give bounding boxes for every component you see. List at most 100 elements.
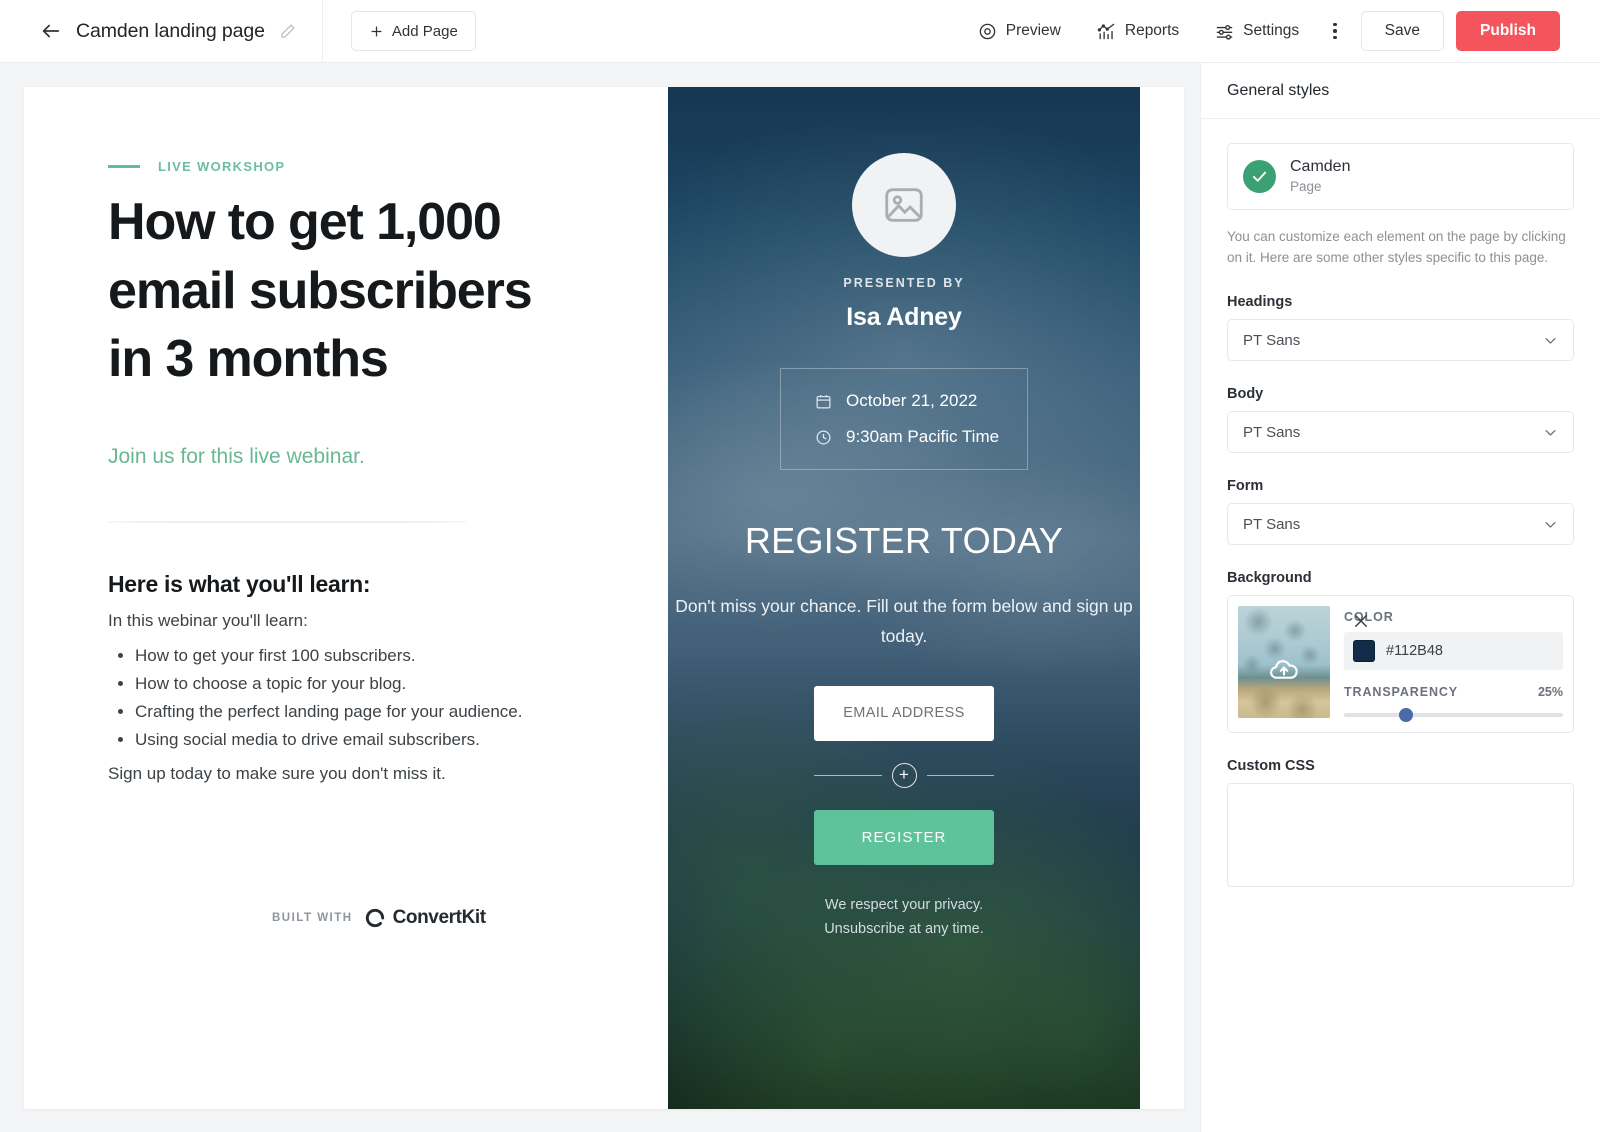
form-font-label: Form	[1227, 478, 1264, 495]
presenter-name[interactable]: Isa Adney	[668, 303, 1140, 332]
page-title: Camden landing page	[76, 19, 265, 42]
slider-thumb[interactable]	[1398, 708, 1413, 723]
cloud-upload-icon[interactable]	[1268, 653, 1300, 685]
save-button[interactable]: Save	[1360, 11, 1445, 51]
convertkit-logo: ConvertKit	[364, 907, 486, 929]
body-font-label: Body	[1227, 386, 1264, 403]
top-toolbar: Camden landing page Add Page Preview Rep…	[0, 0, 1600, 63]
background-controls: COLOR #112B48 TRANSPARENCY 25%	[1344, 606, 1563, 723]
kebab-dot	[1333, 22, 1337, 27]
reports-label: Reports	[1124, 22, 1180, 39]
page-left-column: LIVE WORKSHOP How to get 1,000 email sub…	[108, 159, 568, 787]
color-hex-value: #112B48	[1386, 643, 1443, 660]
learn-outro-text[interactable]: Sign up today to make sure you don't mis…	[108, 761, 568, 787]
register-button[interactable]: REGISTER	[814, 809, 994, 865]
background-panel: COLOR #112B48 TRANSPARENCY 25%	[1227, 595, 1574, 734]
sidebar-help-text: You can customize each element on the pa…	[1227, 228, 1566, 266]
clock-icon	[816, 430, 831, 444]
transparency-value: 25%	[1537, 685, 1563, 700]
event-time-row: 9:30am Pacific Time	[781, 427, 1027, 447]
list-item: How to get your first 100 subscribers.	[135, 642, 568, 669]
event-date: October 21, 2022	[846, 391, 978, 410]
chart-icon	[1097, 23, 1115, 39]
selected-element-info: Camden Page	[1290, 157, 1350, 196]
headings-font-label: Headings	[1227, 294, 1293, 311]
back-arrow-icon[interactable]	[40, 20, 62, 42]
transparency-label: TRANSPARENCY	[1344, 685, 1459, 700]
eye-icon	[979, 23, 996, 39]
kebab-dot	[1333, 29, 1337, 33]
selected-element-name: Camden	[1290, 158, 1351, 175]
sidebar-title: General styles	[1227, 81, 1330, 99]
list-item: How to choose a topic for your blog.	[135, 670, 568, 697]
learn-section-title[interactable]: Here is what you'll learn:	[108, 571, 568, 598]
preview-label: Preview	[1005, 22, 1061, 39]
styles-sidebar: General styles Camden Page You can custo…	[1200, 63, 1600, 1132]
event-details-box: October 21, 2022 9:30am Pacific Time	[780, 368, 1028, 470]
form-font-value: PT Sans	[1243, 515, 1301, 533]
register-heading[interactable]: REGISTER TODAY	[668, 517, 1140, 565]
background-image-thumbnail[interactable]	[1238, 606, 1330, 719]
reports-button[interactable]: Reports	[1079, 11, 1197, 51]
custom-css-label: Custom CSS	[1227, 758, 1315, 775]
custom-css-input[interactable]	[1227, 783, 1574, 888]
sidebar-body: Camden Page You can customize each eleme…	[1201, 119, 1600, 892]
transparency-slider[interactable]	[1344, 708, 1563, 723]
body-font-select[interactable]: PT Sans	[1227, 411, 1574, 454]
built-with-badge[interactable]: BUILT WITH ConvertKit	[272, 907, 486, 929]
chevron-down-icon	[1545, 521, 1556, 528]
learn-list: How to get your first 100 subscribers. H…	[135, 642, 568, 753]
slider-track	[1344, 713, 1563, 718]
divider-line	[926, 774, 994, 776]
toolbar-right-group: Preview Reports Settings Save Publish	[960, 11, 1600, 51]
selected-element-type: Page	[1290, 179, 1322, 194]
preview-content: PRESENTED BY Isa Adney October 21, 2022 …	[668, 87, 1140, 942]
remove-background-close-icon[interactable]	[1352, 612, 1370, 630]
add-page-label: Add Page	[391, 22, 458, 40]
avatar[interactable]	[852, 153, 956, 257]
convertkit-logo-icon	[365, 908, 384, 928]
page-headline[interactable]: How to get 1,000 email subscribers in 3 …	[108, 188, 568, 394]
pencil-icon[interactable]	[279, 23, 296, 40]
landing-page-preview[interactable]: PRESENTED BY Isa Adney October 21, 2022 …	[668, 87, 1140, 1109]
image-placeholder-icon	[885, 188, 923, 222]
register-pitch-text[interactable]: Don't miss your chance. Fill out the for…	[668, 591, 1140, 651]
color-swatch	[1353, 640, 1375, 663]
settings-button[interactable]: Settings	[1197, 11, 1317, 51]
section-divider	[108, 521, 466, 524]
publish-button[interactable]: Publish	[1456, 11, 1560, 51]
body-font-value: PT Sans	[1243, 423, 1301, 441]
color-label: COLOR	[1344, 610, 1394, 625]
preview-button[interactable]: Preview	[960, 11, 1079, 51]
selected-element-card[interactable]: Camden Page	[1227, 143, 1574, 210]
toolbar-left-group: Camden landing page	[0, 0, 323, 63]
headings-font-value: PT Sans	[1243, 331, 1301, 349]
privacy-line-2: Unsubscribe at any time.	[824, 921, 984, 938]
add-page-button[interactable]: Add Page	[350, 11, 476, 51]
email-input[interactable]: EMAIL ADDRESS	[814, 685, 994, 741]
sliders-icon	[1216, 24, 1233, 40]
more-options-button[interactable]	[1317, 22, 1353, 40]
page-subheadline[interactable]: Join us for this live webinar.	[108, 442, 568, 471]
plus-circle-icon[interactable]: +	[891, 762, 917, 788]
form-font-select[interactable]: PT Sans	[1227, 503, 1574, 546]
plus-icon	[371, 26, 382, 36]
eyebrow-label: LIVE WORKSHOP	[158, 159, 286, 174]
settings-label: Settings	[1243, 22, 1300, 39]
divider-line	[814, 774, 882, 776]
eyebrow-dash	[108, 165, 140, 168]
privacy-line-1: We respect your privacy.	[824, 896, 984, 913]
check-circle-icon	[1243, 159, 1276, 193]
add-field-divider: +	[814, 762, 994, 788]
background-color-picker[interactable]: #112B48	[1344, 632, 1563, 671]
event-time: 9:30am Pacific Time	[846, 427, 1000, 446]
learn-intro-text[interactable]: In this webinar you'll learn:	[108, 608, 568, 634]
built-with-label: BUILT WITH	[272, 912, 353, 924]
headings-font-select[interactable]: PT Sans	[1227, 319, 1574, 362]
kebab-dot	[1333, 35, 1337, 40]
eyebrow-row: LIVE WORKSHOP	[108, 159, 568, 174]
chevron-down-icon	[1545, 337, 1556, 344]
convertkit-wordmark: ConvertKit	[392, 907, 487, 928]
event-date-row: October 21, 2022	[781, 391, 1027, 411]
presented-by-label: PRESENTED BY	[843, 276, 965, 290]
